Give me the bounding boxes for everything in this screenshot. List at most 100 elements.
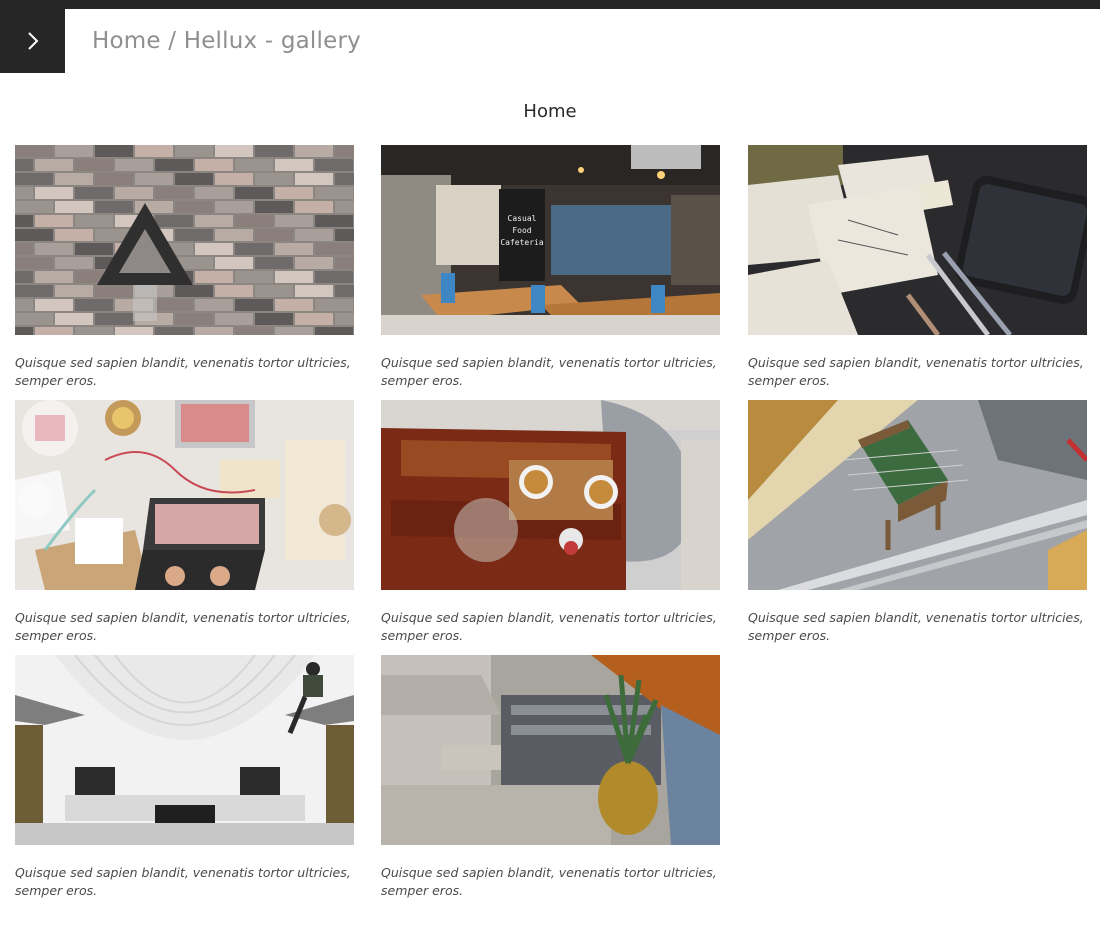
wall-tile <box>115 159 153 171</box>
wall-tile <box>15 173 53 185</box>
breadcrumb: Home / Hellux - gallery <box>92 28 361 54</box>
wall-tile <box>195 243 233 255</box>
wall-tile <box>215 313 253 325</box>
wall-tile <box>295 201 333 213</box>
wall-tile <box>195 215 233 227</box>
wall-tile <box>75 215 113 227</box>
wall-tile <box>55 145 93 157</box>
wall-tile <box>55 313 93 325</box>
wall-tile <box>155 215 193 227</box>
wall-tile <box>275 187 313 199</box>
wall-tile <box>215 229 253 241</box>
wall-tile <box>335 257 354 269</box>
wall-tile <box>35 187 73 199</box>
wall-tile <box>315 271 353 283</box>
wall-tile <box>135 173 173 185</box>
wall-tile <box>255 229 293 241</box>
wall-tile <box>215 201 253 213</box>
wall-tile <box>75 187 113 199</box>
gallery-caption: Quisque sed sapien blandit, venenatis to… <box>381 610 717 643</box>
wall-tile <box>55 201 93 213</box>
wall-tile <box>155 159 193 171</box>
wall-tile <box>275 299 313 311</box>
wall-tile <box>15 201 53 213</box>
gallery-image-office-hall[interactable] <box>15 655 354 845</box>
wall-tile <box>15 145 53 157</box>
wall-tile <box>175 313 213 325</box>
office-hall-photo <box>15 655 354 845</box>
wall-tile <box>15 327 33 335</box>
wall-tile <box>75 159 113 171</box>
gallery-caption: Quisque sed sapien blandit, venenatis to… <box>15 355 351 388</box>
stone-wall-photo <box>15 145 354 335</box>
gallery-caption: Quisque sed sapien blandit, venenatis to… <box>381 355 717 388</box>
gallery-caption: Quisque sed sapien blandit, venenatis to… <box>381 865 717 898</box>
sketches-photo <box>748 145 1087 335</box>
wall-tile <box>275 243 313 255</box>
top-bar <box>0 0 1100 9</box>
wall-tile <box>75 243 113 255</box>
wall-tile <box>95 173 133 185</box>
wall-tile <box>335 173 354 185</box>
wall-tile <box>35 327 73 335</box>
chevron-right-icon <box>27 32 38 50</box>
cafeteria-sign-line-1: Casual <box>508 214 537 223</box>
wall-tile <box>175 173 213 185</box>
foosball-photo <box>748 400 1087 590</box>
wall-tile <box>235 187 273 199</box>
pineapple-photo <box>381 655 720 845</box>
gallery-image-pineapple[interactable] <box>381 655 720 845</box>
wall-tile <box>335 145 354 157</box>
wall-tile <box>275 215 313 227</box>
wall-tile <box>135 145 173 157</box>
wall-tile <box>255 285 293 297</box>
wall-tile <box>215 285 253 297</box>
gallery-item: Quisque sed sapien blandit, venenatis to… <box>15 655 354 900</box>
wall-tile <box>95 313 133 325</box>
gallery-image-stone-wall[interactable] <box>15 145 354 335</box>
wall-tile <box>15 313 53 325</box>
gallery-image-coffee-table[interactable] <box>381 400 720 590</box>
wall-tile <box>15 187 33 199</box>
wall-tile <box>255 201 293 213</box>
gallery-item: Quisque sed sapien blandit, venenatis to… <box>15 400 354 645</box>
wall-tile <box>195 187 233 199</box>
wall-tile <box>315 159 353 171</box>
wall-tile <box>155 187 193 199</box>
cafeteria-photo: Casual Food Cafeteria <box>381 145 720 335</box>
wall-tile <box>35 271 73 283</box>
wall-tile <box>75 299 113 311</box>
gallery-image-foosball[interactable] <box>748 400 1087 590</box>
wall-tile <box>55 285 93 297</box>
wall-tile <box>175 145 213 157</box>
wall-tile <box>115 327 153 335</box>
gallery-image-workspace[interactable] <box>15 400 354 590</box>
wall-tile <box>275 159 313 171</box>
gallery-item: Quisque sed sapien blandit, venenatis to… <box>381 655 720 900</box>
wall-tile <box>175 201 213 213</box>
gallery-image-cafeteria[interactable]: Casual Food Cafeteria <box>381 145 720 335</box>
wall-tile <box>195 299 233 311</box>
wall-tile <box>275 271 313 283</box>
wall-tile <box>295 313 333 325</box>
wall-tile <box>15 299 33 311</box>
wall-tile <box>235 159 273 171</box>
gallery-image-sketches[interactable] <box>748 145 1087 335</box>
wall-tile <box>315 187 353 199</box>
wall-tile <box>155 327 193 335</box>
wall-tile <box>215 145 253 157</box>
wall-tile <box>95 201 133 213</box>
wall-tile <box>215 173 253 185</box>
wall-tile <box>295 173 333 185</box>
wall-tile <box>255 173 293 185</box>
wall-tile <box>235 327 273 335</box>
gallery-caption: Quisque sed sapien blandit, venenatis to… <box>15 610 351 643</box>
menu-toggle-button[interactable] <box>0 9 65 73</box>
wall-tile <box>35 215 73 227</box>
wall-tile <box>335 285 354 297</box>
wall-tile <box>295 257 333 269</box>
wall-tile <box>15 229 53 241</box>
wall-tile <box>235 299 273 311</box>
wall-tile <box>315 327 353 335</box>
workspace-photo <box>15 400 354 590</box>
